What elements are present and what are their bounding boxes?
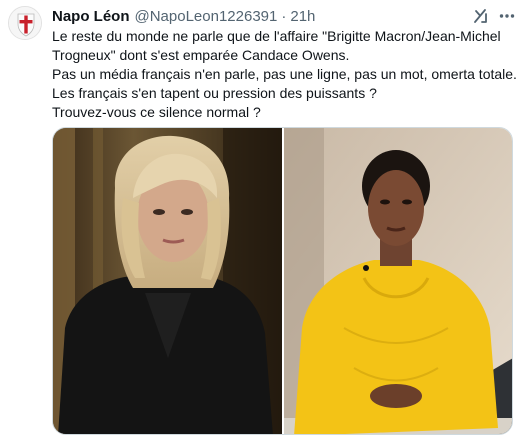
- author-name[interactable]: Napo Léon: [52, 8, 130, 25]
- photo-woman-yellow-sweater: [284, 128, 512, 434]
- tweet[interactable]: Napo Léon @NapoLeon1226391 · 21h Le rest…: [0, 0, 520, 442]
- separator-dot: ·: [281, 7, 287, 25]
- tweet-text-line: Les français s'en tapent ou pression des…: [52, 85, 377, 101]
- grok-icon: [474, 9, 487, 23]
- media-photo-right[interactable]: [284, 128, 512, 434]
- media-photo-left[interactable]: [53, 128, 282, 434]
- grok-button[interactable]: [470, 5, 492, 27]
- tweet-header: Napo Léon @NapoLeon1226391 · 21h: [52, 7, 315, 25]
- tweet-media-grid: [52, 127, 513, 435]
- more-options-button[interactable]: [496, 5, 518, 27]
- more-dots-icon: [499, 14, 515, 18]
- author-avatar[interactable]: [8, 6, 42, 40]
- tweet-timestamp[interactable]: 21h: [290, 8, 315, 25]
- author-handle[interactable]: @NapoLeon1226391: [135, 8, 278, 25]
- photo-blonde-woman-black-coat: [53, 128, 282, 434]
- crusader-shield-icon: [9, 7, 41, 39]
- tweet-text: Le reste du monde ne parle que de l'affa…: [52, 27, 517, 122]
- tweet-text-line: Trouvez-vous ce silence normal ?: [52, 104, 261, 120]
- tweet-text-line: Trogneux" dont s'est emparée Candace Owe…: [52, 47, 350, 63]
- tweet-text-line: Le reste du monde ne parle que de l'affa…: [52, 28, 501, 44]
- tweet-text-line: Pas un média français n'en parle, pas un…: [52, 66, 517, 82]
